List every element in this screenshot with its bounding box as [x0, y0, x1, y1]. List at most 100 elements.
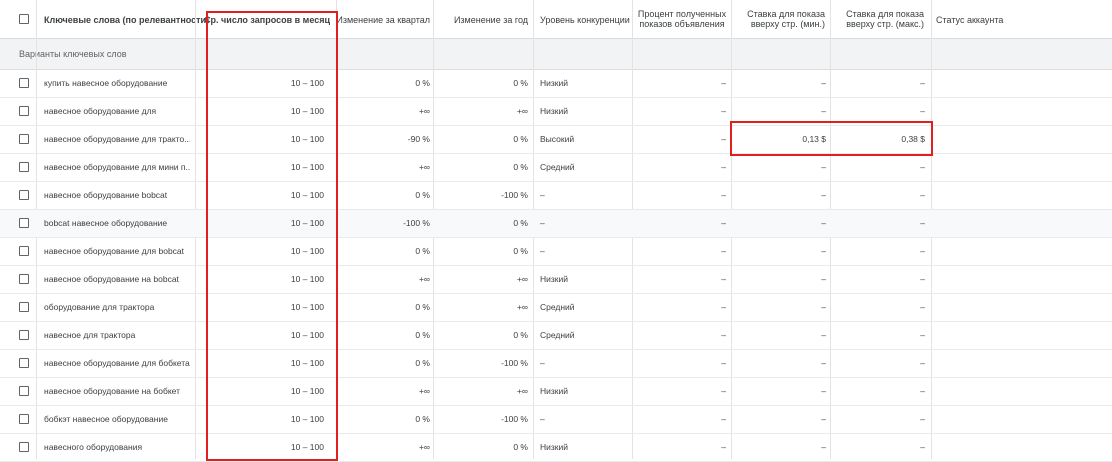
account-status-cell [936, 182, 1106, 209]
table-row[interactable]: бобкэт навесное оборудование 10 – 100 0 % -… [0, 406, 1112, 434]
impression-share-cell: – [721, 134, 726, 144]
year-change-cell: 0 % [513, 78, 528, 88]
row-checkbox[interactable] [19, 442, 29, 452]
year-change-cell: -100 % [501, 414, 528, 424]
row-checkbox[interactable] [19, 246, 29, 256]
year-change-cell: +∞ [516, 274, 528, 284]
table-row[interactable]: навесное оборудование на bobcat 10 – 100 +… [0, 266, 1112, 294]
account-status-cell [936, 126, 1106, 153]
table-row[interactable]: навесное оборудование для бобкета 10 – 10… [0, 350, 1112, 378]
header-avg-searches-label: Ср. число запросов в месяц [204, 15, 330, 25]
quarter-change-cell: 0 % [415, 414, 430, 424]
header-bid-high[interactable]: Ставка для показа вверху стр. (макс.) [832, 0, 928, 38]
header-bid-low-label: Ставка для показа вверху стр. (мин.) [747, 9, 825, 29]
header-avg-searches[interactable]: Ср. число запросов в месяц [200, 0, 330, 38]
bid-high-cell: – [920, 246, 925, 256]
bid-low-cell: – [821, 442, 826, 452]
competition-cell: Низкий [540, 442, 568, 452]
bid-low-cell: – [821, 78, 826, 88]
header-bid-high-line2: вверху стр. (макс.) [846, 19, 924, 29]
bid-low-cell: – [821, 302, 826, 312]
table-row[interactable]: навесное оборудование для тракто... 10 – … [0, 126, 1112, 154]
account-status-cell [936, 350, 1106, 377]
row-checkbox[interactable] [19, 302, 29, 312]
bid-low-cell: – [821, 414, 826, 424]
table-row[interactable]: навесное оборудование на бобкет 10 – 100 +… [0, 378, 1112, 406]
table-row[interactable]: навесное оборудование bobcat 10 – 100 0 % -… [0, 182, 1112, 210]
table-row[interactable]: навесного оборудования 10 – 100 +∞ 0 % Низки… [0, 434, 1112, 462]
quarter-change-cell: -90 % [407, 134, 430, 144]
row-checkbox[interactable] [19, 190, 29, 200]
year-change-cell: 0 % [513, 134, 528, 144]
account-status-cell [936, 98, 1106, 125]
bid-low-cell: – [821, 386, 826, 396]
competition-cell: Высокий [540, 134, 575, 144]
row-checkbox[interactable] [19, 386, 29, 396]
table-row[interactable]: навесное оборудование для 10 – 100 +∞ +∞ Низ… [0, 98, 1112, 126]
header-keywords[interactable]: Ключевые слова (по релевантности) [44, 0, 209, 38]
table-header: Ключевые слова (по релевантности) Ср. чи… [0, 0, 1112, 39]
row-checkbox[interactable] [19, 78, 29, 88]
bid-high-cell: – [920, 274, 925, 284]
header-competition-label: Уровень конкуренции [540, 15, 630, 25]
header-account-status-label: Статус аккаунта [936, 15, 1004, 25]
bid-high-cell: – [920, 414, 925, 424]
row-checkbox[interactable] [19, 218, 29, 228]
quarter-change-cell: +∞ [418, 386, 430, 396]
header-impression-share[interactable]: Процент полученных показов объявления [633, 0, 731, 38]
impression-share-cell: – [721, 330, 726, 340]
keyword-cell: оборудование для трактора [44, 302, 155, 312]
competition-cell: Низкий [540, 386, 568, 396]
quarter-change-cell: +∞ [418, 162, 430, 172]
row-checkbox[interactable] [19, 274, 29, 284]
header-competition[interactable]: Уровень конкуренции [540, 0, 632, 38]
header-impression-share-line1: Процент полученных [637, 9, 727, 19]
account-status-cell [936, 266, 1106, 293]
table-row[interactable]: навесное оборудование для мини п... 10 – … [0, 154, 1112, 182]
table-row[interactable]: bobcat навесное оборудование 10 – 100 -100… [0, 210, 1112, 238]
keyword-ideas-section: Варианты ключевых слов [0, 39, 1112, 70]
bid-high-cell: – [920, 330, 925, 340]
bid-high-cell: – [920, 386, 925, 396]
bid-low-cell: – [821, 218, 826, 228]
table-row[interactable]: навесное для трактора 10 – 100 0 % 0 % Средн… [0, 322, 1112, 350]
keyword-cell: навесное оборудование для бобкета [44, 358, 190, 368]
competition-cell: – [540, 190, 545, 200]
row-checkbox[interactable] [19, 414, 29, 424]
quarter-change-cell: +∞ [418, 106, 430, 116]
table-row[interactable]: оборудование для трактора 10 – 100 0 % +∞ Ср… [0, 294, 1112, 322]
select-all-checkbox[interactable] [19, 14, 29, 24]
header-year-change-label: Изменение за год [453, 15, 528, 25]
quarter-change-cell: -100 % [403, 218, 430, 228]
quarter-change-cell: 0 % [415, 190, 430, 200]
impression-share-cell: – [721, 414, 726, 424]
year-change-cell: 0 % [513, 330, 528, 340]
bid-high-cell: – [920, 442, 925, 452]
competition-cell: – [540, 358, 545, 368]
header-quarter-change[interactable]: Изменение за квартал [336, 0, 430, 38]
keyword-cell: навесного оборудования [44, 442, 143, 452]
account-status-cell [936, 210, 1106, 237]
avg-searches-cell: 10 – 100 [290, 442, 324, 452]
avg-searches-cell: 10 – 100 [290, 190, 324, 200]
year-change-cell: +∞ [516, 302, 528, 312]
bid-low-cell: – [821, 330, 826, 340]
bid-high-cell: – [920, 218, 925, 228]
row-checkbox[interactable] [19, 330, 29, 340]
table-row[interactable]: навесное оборудование для bobcat 10 – 100… [0, 238, 1112, 266]
header-year-change[interactable]: Изменение за год [437, 0, 528, 38]
bid-low-cell: – [821, 246, 826, 256]
row-checkbox[interactable] [19, 134, 29, 144]
table-row[interactable]: купить навесное оборудование 10 – 100 0 % 0… [0, 70, 1112, 98]
competition-cell: Средний [540, 330, 575, 340]
header-bid-low[interactable]: Ставка для показа вверху стр. (мин.) [733, 0, 829, 38]
row-checkbox[interactable] [19, 162, 29, 172]
bid-low-cell: – [821, 162, 826, 172]
account-status-cell [936, 294, 1106, 321]
year-change-cell: +∞ [516, 106, 528, 116]
avg-searches-cell: 10 – 100 [290, 218, 324, 228]
avg-searches-cell: 10 – 100 [290, 162, 324, 172]
row-checkbox[interactable] [19, 358, 29, 368]
row-checkbox[interactable] [19, 106, 29, 116]
header-account-status[interactable]: Статус аккаунта [936, 0, 1106, 38]
